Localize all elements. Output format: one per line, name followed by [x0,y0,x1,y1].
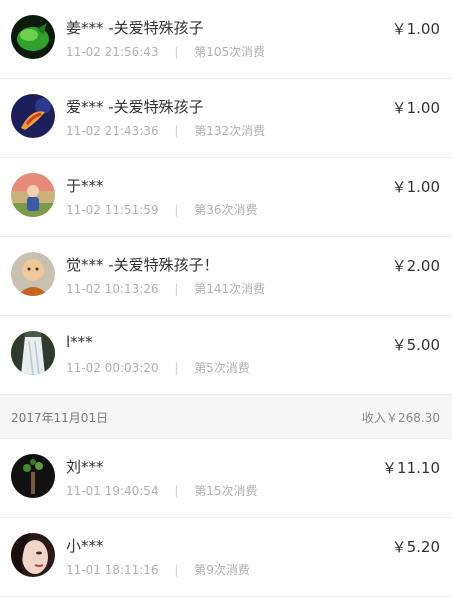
transaction-time: 11-02 21:56:43 [66,45,159,59]
transaction-meta: 11-02 10:13:26 | 第141次消费 [66,280,265,297]
transaction-meta: 11-02 21:43:36 | 第132次消费 [66,122,265,139]
separator: | [174,203,179,217]
donor-name: 爱*** -关爱特殊孩子 [66,98,204,116]
green-leaf-avatar [11,15,55,59]
donor-name: 觉*** -关爱特殊孩子！ [66,256,219,274]
separator: | [174,563,179,577]
transaction-row[interactable]: 觉*** -关爱特殊孩子！ 11-02 10:13:26 | 第141次消费 ￥… [0,237,452,316]
transaction-row[interactable]: 于*** 11-02 11:51:59 | 第36次消费 ￥1.00 [0,158,452,237]
transaction-meta: 11-02 00:03:20 | 第5次消费 [66,359,250,376]
transaction-meta: 11-02 21:56:43 | 第105次消费 [66,43,265,60]
day-income: 收入￥268.30 [362,411,440,425]
transaction-amount: ￥5.00 [391,336,440,354]
transaction-amount: ￥2.00 [391,257,440,275]
woman-face-avatar [11,533,55,577]
transaction-time: 11-02 00:03:20 [66,361,159,375]
transaction-meta: 11-01 18:11:16 | 第9次消费 [66,561,250,578]
transaction-count: 第141次消费 [194,282,266,296]
transaction-count: 第9次消费 [194,563,250,577]
transaction-list: 姜*** -关爱特殊孩子 11-02 21:56:43 | 第105次消费 ￥1… [0,0,452,597]
separator: | [174,484,179,498]
separator: | [174,361,179,375]
donor-name: 姜*** -关爱特殊孩子 [66,19,204,37]
transaction-row[interactable]: 小*** 11-01 18:11:16 | 第9次消费 ￥5.20 [0,518,452,597]
tree-avatar [11,454,55,498]
transaction-amount: ￥11.10 [382,459,440,477]
donor-name: 小*** [66,537,104,555]
day-summary-header: 2017年11月01日 收入￥268.30 [0,395,452,439]
transaction-count: 第105次消费 [194,45,266,59]
transaction-time: 11-02 10:13:26 [66,282,159,296]
transaction-meta: 11-02 11:51:59 | 第36次消费 [66,201,258,218]
transaction-count: 第132次消费 [194,124,266,138]
transaction-time: 11-02 21:43:36 [66,124,159,138]
transaction-meta: 11-01 19:40:54 | 第15次消费 [66,482,258,499]
donor-name: 刘*** [66,458,104,476]
transaction-amount: ￥5.20 [391,538,440,556]
monk-avatar [11,252,55,296]
separator: | [174,282,179,296]
transaction-amount: ￥1.00 [391,99,440,117]
transaction-count: 第36次消费 [194,203,258,217]
separator: | [174,124,179,138]
transaction-amount: ￥1.00 [391,178,440,196]
separator: | [174,45,179,59]
transaction-row[interactable]: 爱*** -关爱特殊孩子 11-02 21:43:36 | 第132次消费 ￥1… [0,79,452,158]
transaction-count: 第15次消费 [194,484,258,498]
waterfall-avatar [11,331,55,375]
transaction-time: 11-02 11:51:59 [66,203,159,217]
donor-name: 于*** [66,177,104,195]
transaction-row[interactable]: l*** 11-02 00:03:20 | 第5次消费 ￥5.00 [0,316,452,395]
transaction-row[interactable]: 姜*** -关爱特殊孩子 11-02 21:56:43 | 第105次消费 ￥1… [0,0,452,79]
transaction-count: 第5次消费 [194,361,250,375]
koi-fish-avatar [11,94,55,138]
day-date: 2017年11月01日 [11,411,109,425]
transaction-time: 11-01 18:11:16 [66,563,159,577]
transaction-amount: ￥1.00 [391,20,440,38]
person-garden-avatar [11,173,55,217]
donor-name: l*** [66,333,93,351]
transaction-row[interactable]: 刘*** 11-01 19:40:54 | 第15次消费 ￥11.10 [0,439,452,518]
transaction-time: 11-01 19:40:54 [66,484,159,498]
